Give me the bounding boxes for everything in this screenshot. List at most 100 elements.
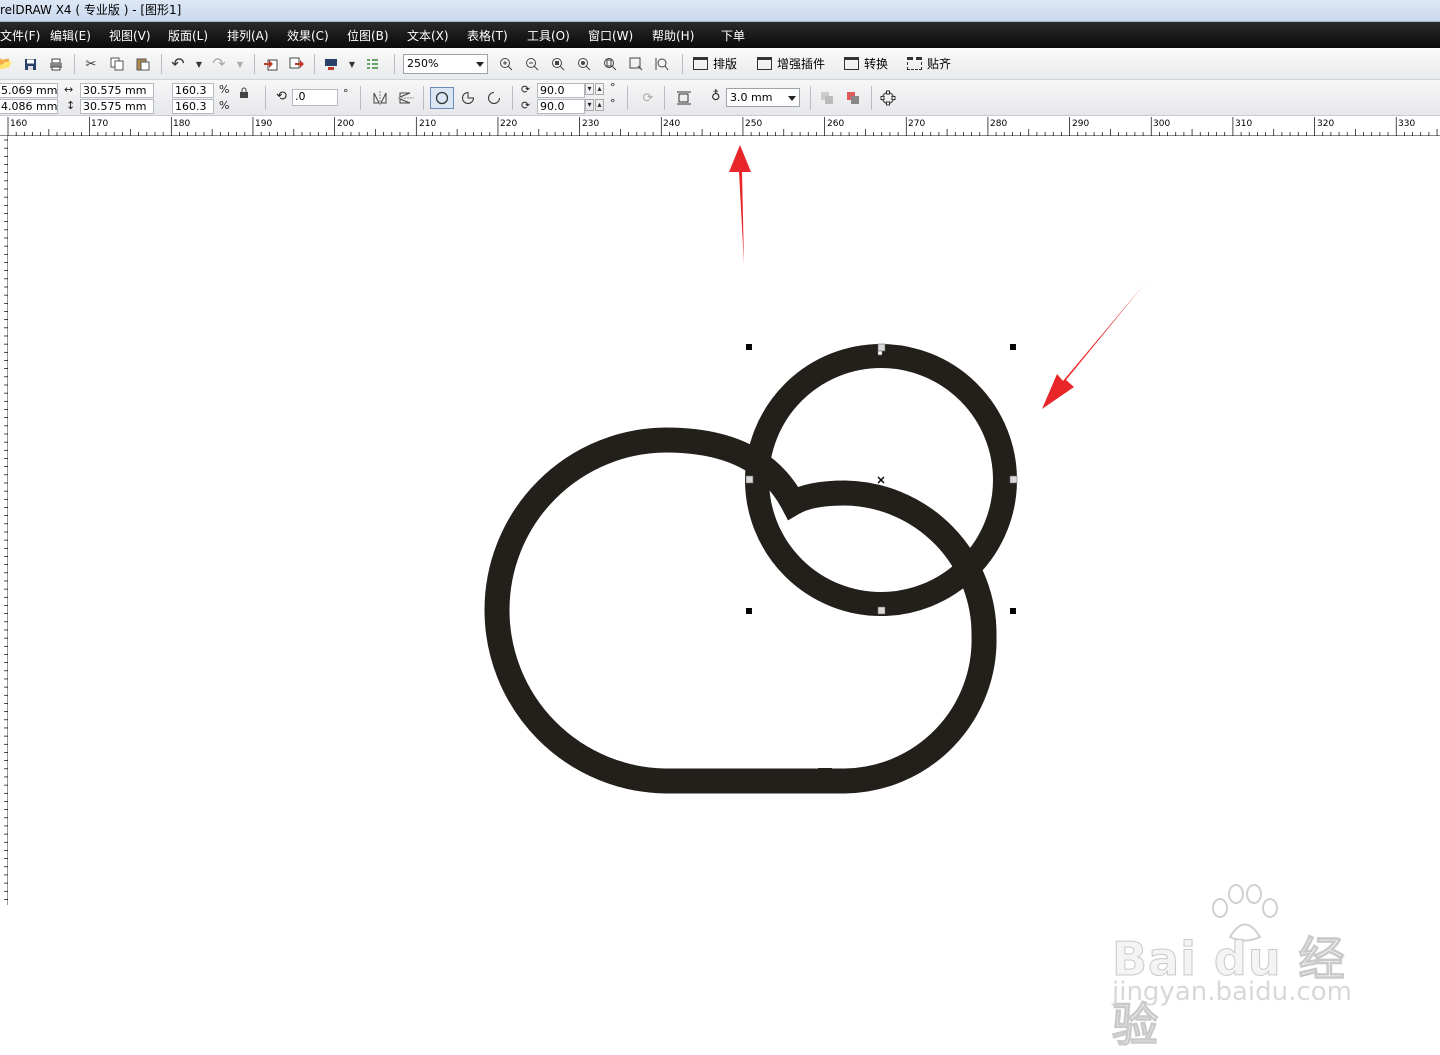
x-position-field[interactable]: 5.069 mm — [0, 83, 58, 98]
object-height-field[interactable]: 30.575 mm — [80, 99, 154, 114]
start-angle-icon: ⟳ — [521, 83, 531, 96]
zoom-page-icon[interactable] — [601, 55, 619, 73]
node-handle[interactable] — [877, 606, 886, 615]
plugin-label: 贴齐 — [927, 57, 952, 71]
mirror-horizontal-icon[interactable] — [371, 89, 389, 107]
zoom-out-icon[interactable] — [523, 55, 541, 73]
node-handle[interactable] — [745, 475, 754, 484]
chevron-down-icon — [788, 96, 796, 101]
window-title: relDRAW X4 ( 专业版 ) - [图形1] — [0, 3, 182, 17]
print-icon[interactable] — [47, 55, 65, 73]
snap-icon — [907, 57, 922, 70]
menu-help[interactable]: 帮助(H) — [652, 27, 694, 44]
end-angle-field[interactable]: 90.0 — [537, 99, 585, 114]
end-angle-spin-icon[interactable]: ▴ — [595, 99, 604, 111]
menu-effects[interactable]: 效果(C) — [287, 27, 329, 44]
ruler-label: 280 — [990, 119, 1008, 129]
plugin-typeset-button[interactable]: 排版 — [693, 55, 737, 72]
start-angle-spin-icon[interactable]: ▾ — [585, 83, 594, 95]
y-position-field[interactable]: 4.086 mm — [0, 99, 58, 114]
plugin-convert-button[interactable]: 转换 — [844, 55, 888, 72]
ruler-label: 220 — [500, 119, 518, 129]
ellipse-mode-icon[interactable] — [430, 87, 454, 109]
rotation-icon: ⟲ — [276, 89, 287, 104]
start-angle-field[interactable]: 90.0 — [537, 83, 585, 98]
zoom-in-icon[interactable] — [497, 55, 515, 73]
selection-handle[interactable] — [746, 608, 752, 614]
menu-layout[interactable]: 版面(L) — [168, 27, 208, 44]
rotation-angle-field[interactable]: .0 — [292, 89, 338, 106]
plugin-enhance-button[interactable]: 增强插件 — [757, 55, 825, 72]
welcome-screen-icon[interactable] — [363, 55, 381, 73]
plugin-icon — [757, 57, 772, 70]
menu-view[interactable]: 视图(V) — [109, 27, 151, 44]
ruler-label: 160 — [10, 119, 28, 129]
zoom-page-height-icon[interactable] — [653, 55, 671, 73]
drawing-area — [484, 145, 1147, 794]
direction-icon[interactable]: ⟳ — [639, 89, 657, 107]
scale-width-field[interactable]: 160.3 — [172, 83, 214, 98]
plugin-snap-button[interactable]: 贴齐 — [907, 55, 951, 72]
to-front-icon[interactable] — [818, 89, 836, 107]
selection-handle[interactable] — [1010, 344, 1016, 350]
scale-height-field[interactable]: 160.3 — [172, 99, 214, 114]
separator — [161, 54, 162, 74]
outline-width-combo[interactable]: 3.0 mm — [726, 88, 800, 107]
convert-to-curves-icon[interactable] — [879, 89, 897, 107]
wrap-text-icon[interactable] — [675, 89, 693, 107]
ruler-label: 320 — [1317, 119, 1335, 129]
end-angle-spin-icon[interactable]: ▾ — [585, 99, 594, 111]
node-handle[interactable] — [877, 343, 886, 352]
separator — [360, 86, 361, 110]
center-mark[interactable] — [877, 476, 885, 484]
menu-bitmaps[interactable]: 位图(B) — [347, 27, 389, 44]
drawing-canvas[interactable]: Bai du 经验 jingyan.baidu.com — [8, 137, 1440, 1053]
import-icon[interactable] — [261, 55, 279, 73]
open-icon[interactable]: 📂 — [0, 55, 14, 73]
copy-icon[interactable] — [108, 55, 126, 73]
start-angle-spin-icon[interactable]: ▴ — [595, 83, 604, 95]
menu-text[interactable]: 文本(X) — [407, 27, 449, 44]
menu-edit[interactable]: 编辑(E) — [50, 27, 91, 44]
outline-width-value: 3.0 mm — [730, 91, 773, 104]
save-icon[interactable] — [21, 55, 39, 73]
lock-ratio-icon[interactable] — [239, 87, 249, 102]
undo-icon[interactable]: ↶ — [169, 54, 187, 73]
paste-icon[interactable] — [134, 55, 152, 73]
menu-window[interactable]: 窗口(W) — [588, 27, 633, 44]
zoom-selected-icon[interactable] — [549, 55, 567, 73]
cut-icon[interactable]: ✂ — [82, 55, 100, 73]
ruler-label: 330 — [1398, 119, 1416, 129]
separator — [394, 54, 395, 74]
menu-file[interactable]: 文件(F) — [0, 27, 40, 44]
object-width-field[interactable]: 30.575 mm — [80, 83, 154, 98]
zoom-page-width-icon[interactable] — [627, 55, 645, 73]
arc-mode-icon[interactable] — [485, 89, 503, 107]
menu-arrange[interactable]: 排列(A) — [227, 27, 269, 44]
menu-order[interactable]: 下单 — [721, 27, 745, 44]
width-icon: ↔ — [64, 83, 74, 96]
zoom-level-combo[interactable]: 250% — [403, 54, 488, 74]
export-icon[interactable] — [287, 55, 305, 73]
mirror-vertical-icon[interactable] — [397, 89, 415, 107]
selection-handle[interactable] — [746, 344, 752, 350]
plugin-label: 增强插件 — [777, 57, 826, 71]
pie-mode-icon[interactable] — [459, 89, 477, 107]
launcher-dropdown-icon[interactable]: ▼ — [343, 55, 361, 73]
horizontal-ruler[interactable]: 160 170 180 190 200 210 220 230 240 250 … — [0, 117, 1440, 136]
menu-table[interactable]: 表格(T) — [467, 27, 508, 44]
menu-tools[interactable]: 工具(O) — [527, 27, 570, 44]
undo-dropdown-icon[interactable]: ▼ — [190, 55, 208, 73]
zoom-all-icon[interactable] — [575, 55, 593, 73]
end-angle-icon: ⟳ — [521, 99, 531, 112]
node-handle[interactable] — [877, 350, 883, 356]
node-handle[interactable] — [1009, 475, 1018, 484]
redo-icon[interactable]: ↷ — [210, 54, 228, 73]
redo-dropdown-icon[interactable]: ▼ — [231, 55, 249, 73]
zoom-level-value: 250% — [407, 57, 439, 70]
ruler-label: 250 — [745, 119, 763, 129]
selection-handle[interactable] — [1010, 608, 1016, 614]
to-back-icon[interactable] — [844, 89, 862, 107]
application-launcher-icon[interactable] — [322, 55, 340, 73]
vertical-ruler[interactable] — [0, 136, 8, 905]
